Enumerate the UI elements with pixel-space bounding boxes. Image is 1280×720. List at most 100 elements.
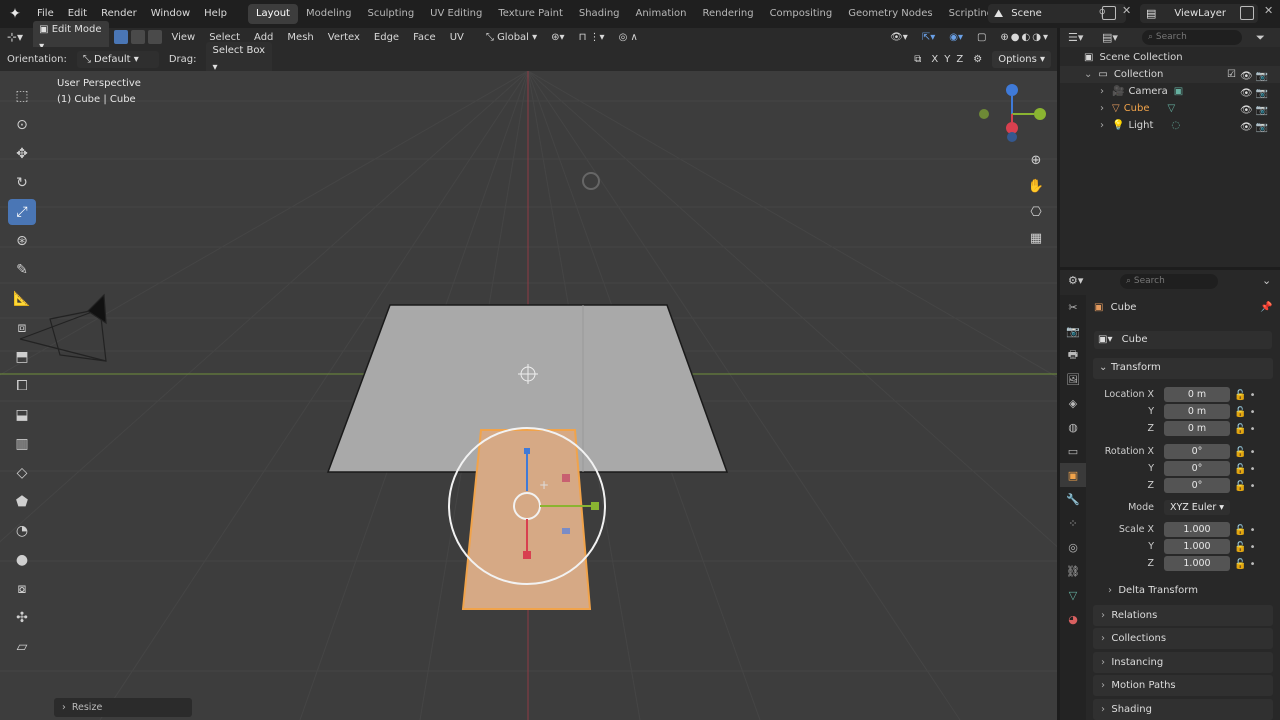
delete-scene-icon[interactable]: ✕	[1122, 4, 1131, 17]
pivot-icon[interactable]: ⊛▾	[544, 28, 571, 47]
xray-icon[interactable]: ▢	[970, 28, 993, 47]
poly-build-tool-icon[interactable]: ⬟	[8, 489, 36, 515]
checkbox-icon[interactable]: ☑	[1227, 69, 1236, 80]
menu-uv[interactable]: UV	[443, 28, 471, 47]
outliner-editor-icon[interactable]: ☰▾	[1068, 31, 1083, 44]
last-operator-panel[interactable]: › Resize	[54, 698, 192, 717]
select-cursor-icon[interactable]: ⬚	[8, 83, 36, 109]
menu-window[interactable]: Window	[144, 0, 197, 28]
move-tool-icon[interactable]: ✥	[8, 141, 36, 167]
measure-tool-icon[interactable]: 📐	[8, 286, 36, 312]
loop-cut-tool-icon[interactable]: ▥	[8, 431, 36, 457]
world-tab-icon[interactable]: ◍	[1060, 415, 1086, 439]
spin-tool-icon[interactable]: ◔	[8, 518, 36, 544]
lock-icon[interactable]: 🔓 •	[1234, 421, 1256, 438]
new-viewlayer-icon[interactable]	[1240, 6, 1254, 20]
filter-icon[interactable]: ⏷	[1256, 31, 1265, 45]
tab-modeling[interactable]: Modeling	[298, 4, 360, 24]
display-mode-icon[interactable]: ▤▾	[1102, 31, 1118, 44]
nav-gizmo-neg-z[interactable]	[1007, 132, 1017, 142]
lock-icon[interactable]: 🔓 •	[1234, 539, 1256, 556]
outliner-row-scene-collection[interactable]: ▣ Scene Collection	[1060, 49, 1280, 66]
light-data-icon[interactable]: ◌	[1171, 120, 1180, 131]
delta-transform-subpanel[interactable]: › Delta Transform	[1108, 585, 1198, 596]
lock-icon[interactable]: 🔓 •	[1234, 387, 1256, 404]
object-tab-icon[interactable]: ▣	[1060, 463, 1086, 487]
zoom-icon[interactable]: ⊕	[1026, 151, 1046, 171]
data-tab-icon[interactable]: ▽	[1060, 583, 1086, 607]
transform-orientation[interactable]: ⤡ Global ▾	[479, 28, 544, 47]
mirror-z[interactable]: Z	[953, 50, 966, 69]
tab-rendering[interactable]: Rendering	[694, 4, 761, 24]
scale-z-field[interactable]: 1.000	[1164, 556, 1230, 571]
gizmo-x-handle[interactable]	[591, 502, 599, 510]
transform-panel-header[interactable]: ⌄ Transform	[1093, 358, 1273, 379]
lock-icon[interactable]: 🔓 •	[1234, 478, 1256, 495]
eye-icon[interactable]: 👁 📷	[1240, 119, 1268, 136]
tool-settings-icon[interactable]: ⚙	[966, 50, 989, 69]
visibility-icon[interactable]: 👁▾	[883, 28, 915, 47]
delete-viewlayer-icon[interactable]: ✕	[1264, 4, 1273, 17]
collections-panel[interactable]: › Collections	[1093, 628, 1273, 649]
options-dropdown[interactable]: Options ▾	[992, 50, 1051, 68]
editor-type-icon[interactable]: ⊹▾	[0, 28, 30, 47]
inset-tool-icon[interactable]: ⧠	[8, 373, 36, 399]
tab-geometry-nodes[interactable]: Geometry Nodes	[840, 4, 940, 24]
menu-view[interactable]: View	[164, 28, 202, 47]
location-x-field[interactable]: 0 m	[1164, 387, 1230, 402]
3d-viewport[interactable]: + User Perspective (1) Cube | Cube ⊕ ✋ ⎔…	[0, 71, 1057, 720]
scale-x-field[interactable]: 1.000	[1164, 522, 1230, 537]
bevel-tool-icon[interactable]: ⬓	[8, 402, 36, 428]
chevron-right-icon[interactable]: ›	[1100, 120, 1104, 131]
properties-editor-icon[interactable]: ⚙▾	[1068, 274, 1083, 287]
collection-tab-icon[interactable]: ▭	[1060, 439, 1086, 463]
outliner-search[interactable]: ⌕ Search	[1142, 30, 1242, 45]
transform-tool-icon[interactable]: ⊛	[8, 228, 36, 254]
lock-icon[interactable]: 🔓 •	[1234, 404, 1256, 421]
lock-icon[interactable]: 🔓 •	[1234, 461, 1256, 478]
ortho-grid-icon[interactable]: ▦	[1026, 229, 1046, 249]
properties-search[interactable]: ⌕ Search	[1120, 274, 1218, 289]
rotation-z-field[interactable]: 0°	[1164, 478, 1230, 493]
mirror-icon[interactable]: ⧉	[907, 50, 928, 69]
shrink-fatten-tool-icon[interactable]: ✣	[8, 605, 36, 631]
edge-slide-tool-icon[interactable]: ⧇	[8, 576, 36, 602]
mesh-data-icon[interactable]: ▽	[1168, 103, 1176, 114]
tab-uv-editing[interactable]: UV Editing	[422, 4, 490, 24]
tab-texture-paint[interactable]: Texture Paint	[490, 4, 571, 24]
tab-animation[interactable]: Animation	[628, 4, 695, 24]
chevron-down-icon[interactable]: ⌄	[1084, 69, 1092, 80]
physics-tab-icon[interactable]: ◎	[1060, 535, 1086, 559]
menu-help[interactable]: Help	[197, 0, 234, 28]
orientation-dropdown[interactable]: ⤡ Default ▾	[76, 50, 159, 68]
add-cube-tool-icon[interactable]: ⧈	[8, 315, 36, 341]
lock-icon[interactable]: 🔓 •	[1234, 556, 1256, 573]
blender-logo-icon[interactable]: ✦	[0, 6, 30, 22]
object-datablock[interactable]: ▣▾ Cube	[1094, 331, 1272, 349]
gizmo-y-handle[interactable]	[523, 551, 531, 559]
chevron-right-icon[interactable]: ›	[1100, 86, 1104, 97]
pan-hand-icon[interactable]: ✋	[1026, 177, 1046, 197]
mirror-y[interactable]: Y	[941, 50, 953, 69]
edge-select-icon[interactable]	[131, 30, 146, 44]
modifier-tab-icon[interactable]: 🔧	[1060, 487, 1086, 511]
instancing-panel[interactable]: › Instancing	[1093, 652, 1273, 673]
gizmo-z-handle[interactable]	[524, 448, 530, 454]
eye-icon[interactable]: 👁 📷	[1240, 102, 1268, 119]
new-scene-icon[interactable]	[1102, 6, 1116, 20]
shading-modes-icon[interactable]: ⊕●◐◑▾	[993, 28, 1057, 47]
nav-gizmo-z[interactable]	[1006, 84, 1018, 96]
menu-vertex[interactable]: Vertex	[321, 28, 367, 47]
material-tab-icon[interactable]: ◕	[1060, 607, 1086, 631]
tab-shading[interactable]: Shading	[571, 4, 628, 24]
nav-gizmo-neg-y[interactable]	[979, 109, 989, 119]
menu-mesh[interactable]: Mesh	[280, 28, 320, 47]
shear-tool-icon[interactable]: ▱	[8, 634, 36, 660]
gizmo-plane-handle[interactable]	[562, 474, 570, 482]
smooth-tool-icon[interactable]: ●	[8, 547, 36, 573]
particles-tab-icon[interactable]: ⁘	[1060, 511, 1086, 535]
chevron-down-icon[interactable]: ⌄	[1262, 274, 1271, 287]
view-layer-tab-icon[interactable]: 🖼	[1060, 367, 1086, 391]
tab-sculpting[interactable]: Sculpting	[359, 4, 422, 24]
light-object[interactable]	[582, 172, 600, 190]
